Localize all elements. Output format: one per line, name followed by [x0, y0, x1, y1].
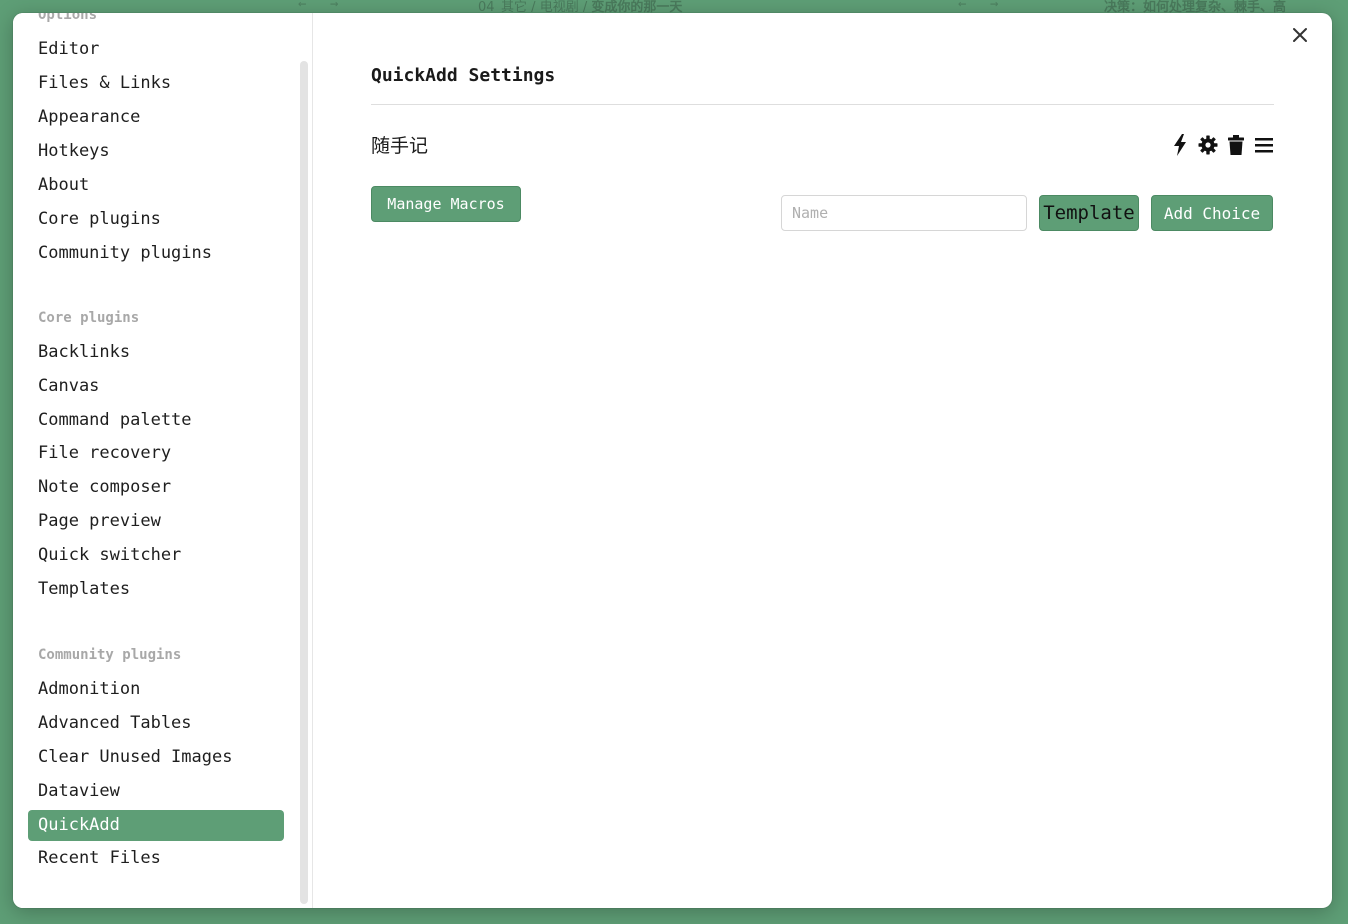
sidebar-heading-options: Options: [38, 13, 98, 23]
sidebar-item-page-preview[interactable]: Page preview: [28, 506, 284, 537]
sidebar-item-editor[interactable]: Editor: [28, 34, 284, 65]
sidebar-item-templates[interactable]: Templates: [28, 574, 284, 605]
close-button[interactable]: [1288, 23, 1312, 47]
manage-macros-button[interactable]: Manage Macros: [371, 186, 521, 222]
sidebar-item-clear-unused-images[interactable]: Clear Unused Images: [28, 742, 284, 773]
back-arrow-icon: ←: [958, 0, 967, 12]
sidebar-item-dataview[interactable]: Dataview: [28, 776, 284, 807]
sidebar-heading-community-plugins: Community plugins: [38, 647, 182, 663]
sidebar-item-quickadd[interactable]: QuickAdd: [28, 810, 284, 841]
sidebar-item-admonition[interactable]: Admonition: [28, 674, 284, 705]
add-choice-button[interactable]: Add Choice: [1151, 195, 1273, 231]
close-icon: [1293, 28, 1307, 42]
choice-actions: [1170, 134, 1274, 156]
sidebar-scrollbar[interactable]: [300, 61, 308, 904]
sidebar-item-note-composer[interactable]: Note composer: [28, 472, 284, 503]
sidebar-item-appearance[interactable]: Appearance: [28, 102, 284, 133]
sidebar-item-backlinks[interactable]: Backlinks: [28, 337, 284, 368]
menu-icon[interactable]: [1254, 134, 1274, 156]
sidebar-item-files-links[interactable]: Files & Links: [28, 68, 284, 99]
forward-arrow-icon: →: [990, 0, 999, 12]
sidebar-item-hotkeys[interactable]: Hotkeys: [28, 136, 284, 167]
sidebar-item-quick-switcher[interactable]: Quick switcher: [28, 540, 284, 571]
sidebar-item-about[interactable]: About: [28, 170, 284, 201]
forward-arrow-icon: →: [330, 0, 339, 12]
settings-content: QuickAdd Settings 随手记 Manage Macros Name…: [313, 13, 1332, 908]
background-titlebar: ← → 04_其它 / 电视剧 / 变成你的那一天 ← → 决策：如何处理复杂、…: [0, 0, 1348, 15]
settings-modal: Options Editor Files & Links Appearance …: [13, 13, 1332, 908]
sidebar-item-advanced-tables[interactable]: Advanced Tables: [28, 708, 284, 739]
choice-type-dropdown[interactable]: Template: [1039, 195, 1139, 231]
sidebar-item-command-palette[interactable]: Command palette: [28, 405, 284, 436]
gear-icon[interactable]: [1198, 134, 1218, 156]
settings-sidebar: Options Editor Files & Links Appearance …: [13, 13, 313, 908]
sidebar-heading-core-plugins: Core plugins: [38, 310, 140, 326]
sidebar-item-canvas[interactable]: Canvas: [28, 371, 284, 402]
sidebar-item-community-plugins[interactable]: Community plugins: [28, 238, 284, 269]
sidebar-item-file-recovery[interactable]: File recovery: [28, 438, 284, 469]
sidebar-item-recent-files[interactable]: Recent Files: [28, 843, 284, 874]
lightning-icon[interactable]: [1170, 134, 1190, 156]
page-title: QuickAdd Settings: [371, 65, 556, 86]
choice-name-input[interactable]: [781, 195, 1027, 231]
sidebar-item-core-plugins[interactable]: Core plugins: [28, 204, 284, 235]
back-arrow-icon: ←: [298, 0, 307, 12]
trash-icon[interactable]: [1226, 134, 1246, 156]
choice-name: 随手记: [371, 135, 429, 157]
title-divider: [371, 104, 1274, 105]
